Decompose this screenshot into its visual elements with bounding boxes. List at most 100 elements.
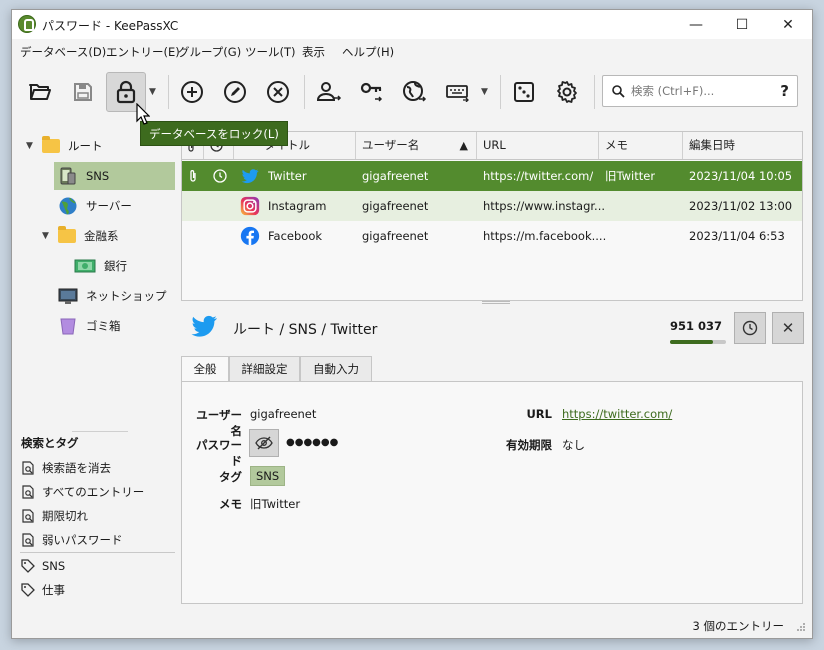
row-modified: 2023/11/02 13:00 bbox=[689, 199, 793, 213]
search-weak-passwords-item[interactable]: 弱いパスワード bbox=[21, 529, 123, 551]
toolbar: ▼ ▼ 検索 (Ctrl+F)... ? bbox=[12, 65, 812, 119]
username-value[interactable]: gigafreenet bbox=[250, 407, 316, 421]
password-generator-button[interactable] bbox=[504, 72, 544, 112]
close-preview-button[interactable]: ✕ bbox=[772, 312, 804, 344]
tree-item-label: 金融系 bbox=[84, 229, 119, 243]
resize-grip-icon[interactable] bbox=[796, 622, 806, 632]
expiry-label: 有効期限 bbox=[506, 438, 552, 452]
copy-username-button[interactable] bbox=[309, 72, 349, 112]
row-url: https://m.facebook.... bbox=[483, 229, 607, 243]
header-modified[interactable]: 編集日時 bbox=[683, 132, 802, 159]
toolbar-separator bbox=[304, 75, 305, 109]
expand-arrow-icon[interactable]: ▼ bbox=[42, 231, 49, 241]
tag-chip: SNS bbox=[250, 466, 286, 486]
row-username: gigafreenet bbox=[362, 169, 429, 183]
add-entry-button[interactable] bbox=[172, 72, 212, 112]
autotype-dropdown-arrow[interactable]: ▼ bbox=[481, 87, 488, 97]
splitter-handle[interactable] bbox=[482, 301, 510, 304]
table-row[interactable]: Twitter gigafreenet https://twitter.com/… bbox=[182, 161, 802, 191]
entry-detail-panel: ユーザー名 gigafreenet パスワード ●●●●●● URL https… bbox=[181, 381, 803, 604]
table-row[interactable]: Instagram gigafreenet https://www.instag… bbox=[182, 191, 802, 221]
copy-url-button[interactable] bbox=[395, 72, 435, 112]
globe-icon bbox=[59, 197, 77, 215]
menu-tools[interactable]: ツール(T) bbox=[245, 44, 296, 60]
gear-icon bbox=[557, 81, 577, 103]
tree-item-trash[interactable]: ゴミ箱 bbox=[54, 312, 175, 340]
keepassxc-window: パスワード - KeePassXC — ☐ ✕ データベース(D) エントリー(… bbox=[11, 9, 813, 639]
mouse-cursor-icon bbox=[136, 103, 150, 125]
tab-autotype[interactable]: 自動入力 bbox=[300, 356, 372, 382]
edit-entry-button[interactable] bbox=[215, 72, 255, 112]
url-link[interactable]: https://twitter.com/ bbox=[562, 407, 672, 421]
tag-item-sns[interactable]: SNS bbox=[21, 555, 65, 577]
tag-icon bbox=[21, 559, 35, 573]
totp-code[interactable]: 951 037 bbox=[670, 319, 722, 333]
search-item-label: 弱いパスワード bbox=[42, 533, 123, 547]
tree-item-label: ネットショップ bbox=[86, 289, 167, 303]
search-doc-icon bbox=[22, 485, 34, 499]
minimize-button[interactable]: — bbox=[673, 10, 719, 39]
entry-history-button[interactable] bbox=[734, 312, 766, 344]
menu-help[interactable]: ヘルプ(H) bbox=[342, 44, 394, 60]
tab-advanced[interactable]: 詳細設定 bbox=[229, 356, 300, 382]
tree-item-netshop[interactable]: ネットショップ bbox=[54, 282, 175, 310]
search-clear-item[interactable]: 検索語を消去 bbox=[21, 457, 111, 479]
expiry-value: なし bbox=[562, 438, 585, 452]
tree-item-server[interactable]: サーバー bbox=[54, 192, 175, 220]
search-input[interactable] bbox=[631, 80, 771, 102]
toolbar-separator bbox=[500, 75, 501, 109]
keepassxc-logo-icon bbox=[18, 15, 36, 33]
search-tags-title: 検索とタグ bbox=[21, 436, 79, 450]
tag-item-work[interactable]: 仕事 bbox=[21, 579, 65, 601]
save-icon bbox=[74, 83, 92, 101]
sidebar-divider bbox=[72, 431, 128, 432]
twitter-icon bbox=[191, 315, 217, 337]
open-database-button[interactable] bbox=[20, 72, 60, 112]
autotype-button[interactable] bbox=[438, 72, 478, 112]
header-username[interactable]: ユーザー名 ▲ bbox=[356, 132, 477, 159]
title-bar: パスワード - KeePassXC — ☐ ✕ bbox=[12, 10, 812, 39]
facebook-icon bbox=[240, 226, 260, 246]
delete-entry-button[interactable] bbox=[258, 72, 298, 112]
status-bar-entry-count: 3 個のエントリー bbox=[692, 619, 784, 633]
header-url[interactable]: URL bbox=[477, 132, 599, 159]
tree-item-finance[interactable]: ▼ 金融系 bbox=[12, 222, 178, 250]
menu-entry[interactable]: エントリー(E) bbox=[106, 44, 180, 60]
save-database-button[interactable] bbox=[63, 72, 103, 112]
search-all-entries-item[interactable]: すべてのエントリー bbox=[21, 481, 144, 503]
header-username-label: ユーザー名 bbox=[362, 138, 420, 152]
tree-item-sns[interactable]: SNS bbox=[54, 162, 175, 190]
expand-arrow-icon[interactable]: ▼ bbox=[26, 141, 33, 151]
tree-item-bank[interactable]: 銀行 bbox=[70, 252, 175, 280]
copy-password-button[interactable] bbox=[352, 72, 392, 112]
table-row[interactable]: Facebook gigafreenet https://m.facebook.… bbox=[182, 221, 802, 251]
key-arrow-icon bbox=[360, 82, 383, 102]
header-notes[interactable]: メモ bbox=[599, 132, 683, 159]
totp-progress-bar bbox=[670, 340, 726, 344]
totp-progress-fill bbox=[670, 340, 713, 344]
lock-dropdown-arrow[interactable]: ▼ bbox=[149, 87, 156, 97]
lock-tooltip: データベースをロック(L) bbox=[140, 121, 288, 146]
search-doc-icon bbox=[22, 461, 34, 475]
toolbar-separator bbox=[168, 75, 169, 109]
notes-value: 旧Twitter bbox=[250, 497, 301, 511]
maximize-button[interactable]: ☐ bbox=[719, 10, 765, 39]
close-window-button[interactable]: ✕ bbox=[765, 10, 811, 39]
row-notes: 旧Twitter bbox=[605, 169, 656, 183]
search-help-button[interactable]: ? bbox=[780, 82, 789, 100]
menu-group[interactable]: グループ(G) bbox=[178, 44, 241, 60]
row-title: Instagram bbox=[268, 199, 327, 213]
menu-view[interactable]: 表示 bbox=[302, 44, 325, 60]
entry-preview-header: ルート / SNS / Twitter 951 037 ✕ bbox=[181, 305, 804, 353]
folder-icon bbox=[58, 226, 76, 243]
search-icon bbox=[612, 85, 625, 98]
toggle-password-button[interactable] bbox=[249, 429, 279, 457]
password-value[interactable]: ●●●●●● bbox=[286, 437, 338, 448]
settings-button[interactable] bbox=[547, 72, 587, 112]
menu-database[interactable]: データベース(D) bbox=[20, 44, 106, 60]
search-item-label: 期限切れ bbox=[42, 509, 88, 523]
tag-item-label: SNS bbox=[42, 559, 66, 573]
tab-general[interactable]: 全般 bbox=[181, 356, 229, 383]
search-expired-item[interactable]: 期限切れ bbox=[21, 505, 88, 527]
tree-item-label: ルート bbox=[68, 139, 103, 153]
